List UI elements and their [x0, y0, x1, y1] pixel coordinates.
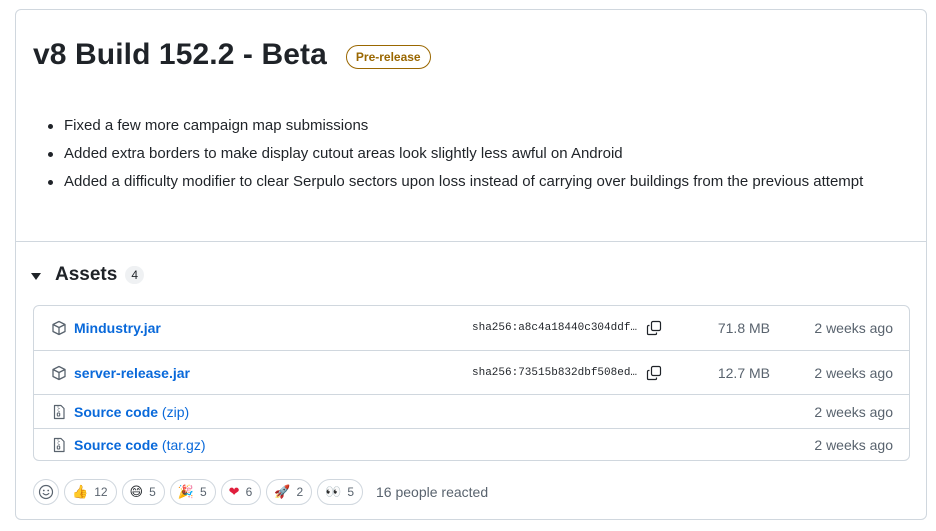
- smiley-icon: [38, 484, 54, 500]
- add-reaction-button[interactable]: [33, 479, 59, 505]
- asset-row: Mindustry.jar sha256:a8c4a18440c304ddf… …: [34, 306, 909, 350]
- reaction-count: 2: [296, 485, 304, 499]
- reaction-count: 5: [347, 485, 355, 499]
- assets-title: Assets: [55, 264, 118, 285]
- asset-sha256: sha256:73515b832dbf508ed…: [472, 366, 638, 379]
- section-divider: [16, 241, 926, 242]
- asset-row: Source code (tar.gz) 2 weeks ago: [34, 428, 909, 461]
- eyes-icon: 👀: [325, 484, 342, 500]
- reaction-count: 6: [245, 485, 253, 499]
- heart-icon: ❤: [228, 484, 240, 500]
- asset-size: 12.7 MB: [717, 364, 770, 381]
- release-note: Fixed a few more campaign map submission…: [48, 114, 894, 138]
- hooray-icon: 🎉: [177, 484, 194, 500]
- release-card: v8 Build 152.2 - Beta Pre-release Fixed …: [15, 9, 927, 520]
- release-notes: Fixed a few more campaign map submission…: [48, 114, 894, 198]
- release-note: Added extra borders to make display cuto…: [48, 142, 894, 166]
- asset-date: 2 weeks ago: [814, 364, 893, 381]
- reaction-count: 5: [149, 485, 156, 499]
- asset-date: 2 weeks ago: [814, 437, 893, 453]
- reactions-summary[interactable]: 16 people reacted: [376, 484, 488, 500]
- file-zip-icon: [53, 404, 65, 419]
- reaction-rocket[interactable]: 🚀 2: [266, 479, 313, 505]
- asset-date: 2 weeks ago: [814, 403, 893, 420]
- package-icon: [52, 365, 66, 380]
- asset-link[interactable]: Source code (tar.gz): [74, 437, 206, 453]
- assets-count-badge: 4: [125, 266, 145, 284]
- reactions-bar: 👍 12 😄 5 🎉 5 ❤ 6 🚀 2 👀 5 16 people react…: [33, 479, 488, 505]
- release-title[interactable]: v8 Build 152.2 - Beta: [33, 38, 327, 72]
- reaction-heart[interactable]: ❤ 6: [220, 479, 262, 505]
- asset-size: 71.8 MB: [717, 320, 770, 336]
- laugh-icon: 😄: [129, 484, 144, 500]
- thumbs-up-icon: 👍: [72, 484, 89, 500]
- asset-sha256: sha256:a8c4a18440c304ddf…: [472, 322, 638, 334]
- asset-date: 2 weeks ago: [814, 320, 893, 336]
- asset-link[interactable]: Source code (zip): [74, 404, 189, 420]
- reaction-count: 12: [94, 485, 108, 499]
- pre-release-badge: Pre-release: [345, 45, 431, 69]
- asset-link[interactable]: server-release.jar: [74, 365, 190, 381]
- assets-toggle[interactable]: Assets 4: [31, 264, 145, 286]
- package-icon: [52, 320, 66, 336]
- reaction-count: 5: [199, 485, 207, 499]
- copy-icon[interactable]: [646, 365, 662, 381]
- file-zip-icon: [53, 437, 65, 453]
- rocket-icon: 🚀: [274, 484, 291, 500]
- reaction-hooray[interactable]: 🎉 5: [169, 479, 216, 505]
- reaction-eyes[interactable]: 👀 5: [317, 479, 364, 505]
- asset-row: server-release.jar sha256:73515b832dbf50…: [34, 350, 909, 394]
- release-note: Added a difficulty modifier to clear Ser…: [48, 170, 894, 194]
- caret-down-icon: [31, 272, 41, 280]
- reaction-thumbs-up[interactable]: 👍 12: [64, 479, 117, 505]
- assets-list: Mindustry.jar sha256:a8c4a18440c304ddf… …: [33, 305, 910, 461]
- asset-row: Source code (zip) 2 weeks ago: [34, 394, 909, 428]
- release-header: v8 Build 152.2 - Beta Pre-release: [33, 38, 431, 72]
- copy-icon[interactable]: [646, 320, 662, 336]
- reaction-laugh[interactable]: 😄 5: [121, 479, 165, 505]
- asset-link[interactable]: Mindustry.jar: [74, 320, 161, 336]
